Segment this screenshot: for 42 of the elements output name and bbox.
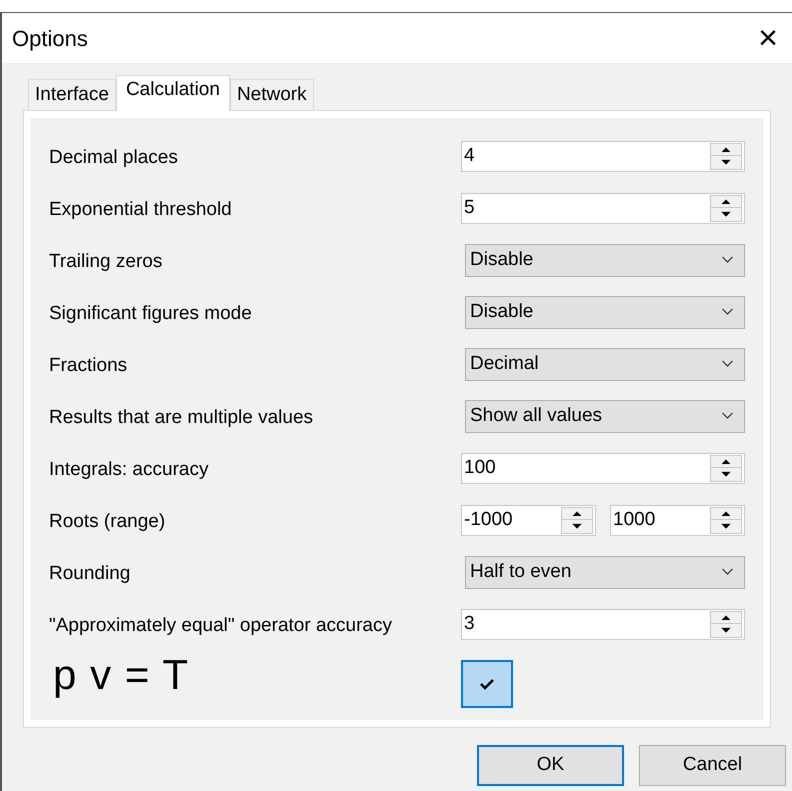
dialog-button[interactable]: OK <box>477 745 624 786</box>
spin-field[interactable]: 3 <box>461 608 745 640</box>
spin-field[interactable]: 100 <box>461 452 745 484</box>
chevron-down-icon <box>721 360 734 368</box>
setting-label: Fractions <box>49 354 128 378</box>
field-value: -1000 <box>463 508 514 532</box>
spin-field[interactable]: 1000 <box>610 504 745 536</box>
field-value: 3 <box>463 612 476 636</box>
checkbox[interactable] <box>461 660 513 708</box>
chevron-down-icon <box>721 412 734 420</box>
dropdown[interactable]: Half to even <box>465 556 745 588</box>
formula-label: p v = T <box>52 654 190 696</box>
tab[interactable]: Calculation <box>116 75 230 111</box>
chevron-down-icon <box>721 568 734 576</box>
tab[interactable]: Interface <box>28 79 116 110</box>
setting-label: Significant figures mode <box>49 302 252 326</box>
setting-label: Decimal places <box>49 146 178 170</box>
setting-label: Trailing zeros <box>49 250 162 274</box>
window-title: Options <box>12 24 88 53</box>
chevron-down-icon <box>721 308 734 316</box>
dropdown[interactable]: Disable <box>465 296 745 328</box>
tab[interactable]: Network <box>230 79 314 110</box>
field-value: 1000 <box>612 508 656 532</box>
setting-label: Integrals: accuracy <box>49 458 208 482</box>
spin-field[interactable]: -1000 <box>461 504 596 536</box>
setting-label: Roots (range) <box>49 510 166 534</box>
setting-label: Results that are multiple values <box>49 406 314 430</box>
dropdown[interactable]: Decimal <box>465 348 745 380</box>
close-button[interactable]: × <box>758 21 778 55</box>
field-value: 5 <box>463 196 476 220</box>
spin-field[interactable]: 5 <box>461 192 745 224</box>
dialog-button[interactable]: Cancel <box>639 745 786 786</box>
setting-label: "Approximately equal" operator accuracy <box>49 614 392 638</box>
field-value: 4 <box>463 144 476 168</box>
chevron-down-icon <box>721 256 734 264</box>
checkmark-icon <box>479 678 495 690</box>
dropdown[interactable]: Disable <box>465 244 745 276</box>
field-value: 100 <box>463 456 497 480</box>
spin-field[interactable]: 4 <box>461 140 745 172</box>
dropdown[interactable]: Show all values <box>465 400 745 432</box>
setting-label: Exponential threshold <box>49 198 232 222</box>
setting-label: Rounding <box>49 562 130 586</box>
